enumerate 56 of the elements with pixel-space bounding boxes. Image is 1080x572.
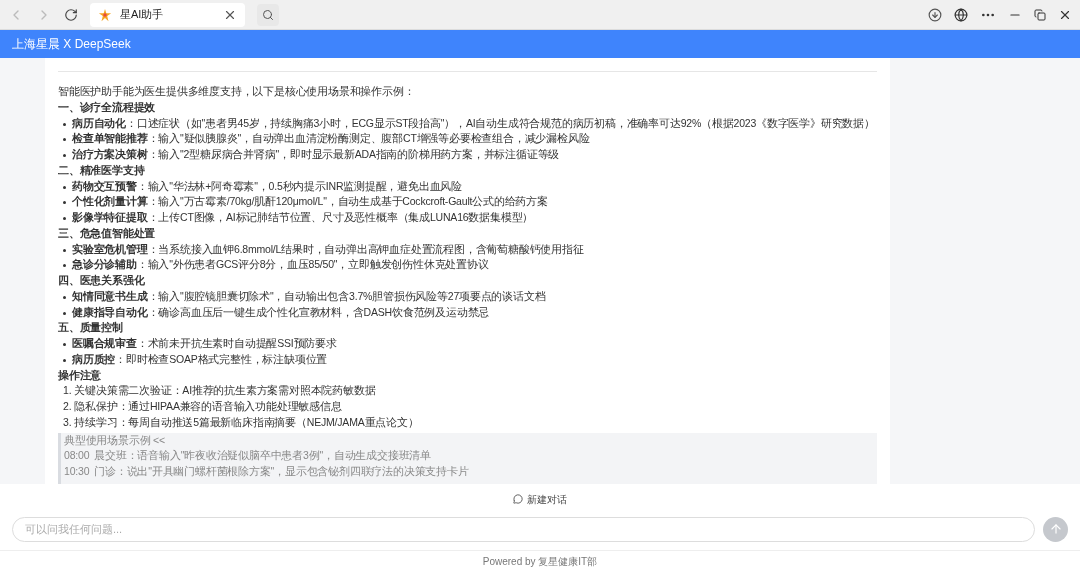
list-item-text: 病历质控：即时检查SOAP格式完整性，标注缺项位置 [72,351,328,367]
search-icon [262,8,274,21]
intro-text: 智能医护助手能为医生提供多维度支持，以下是核心使用场景和操作示例： [58,84,416,99]
list-item-text: 知情同意书生成：输入"腹腔镜胆囊切除术"，自动输出包含3.7%胆管损伤风险等27项要点的谈话文档 [72,288,546,304]
bullet-icon [63,185,66,189]
list-item-text: 治疗方案决策树：输入"2型糖尿病合并肾病"，即时显示最新ADA指南的阶梯用药方案，并标注循证等级 [72,147,560,162]
list-item-text: 病历自动化：口述症状（如"患者男45岁，持续胸痛3小时，ECG显示ST段抬高"），AI自动生成符合规范的病历初稿，准确率可达92%（根据2023《数字医学》研究数据） [72,115,875,131]
bullet-icon [63,311,66,315]
refresh-icon[interactable] [64,7,78,22]
time-text: 10:30 [64,464,90,479]
tab-title: 星AI助手 [120,7,165,23]
quote-title: 典型使用场景示例 << [64,432,166,448]
download-icon[interactable] [928,7,942,22]
bullet-icon [63,201,66,205]
list-number: 3. [63,414,72,430]
section-heading: 四、医患关系强化 [58,273,146,288]
bullet-icon [63,138,66,142]
section-heading: 三、危急值智能处置 [58,225,157,241]
note-text: 隐私保护：通过HIPAA兼容的语音输入功能处理敏感信息 [74,399,342,414]
list-item-text: 检查单智能推荐：输入"疑似胰腺炎"，自动弹出血清淀粉酶测定、腹部CT增强等必要检查组合，减少漏检风险 [72,131,590,147]
header-title: 上海星晨 X DeepSeek [12,36,131,53]
new-chat-button[interactable]: 新建对话 [513,491,567,507]
search-button[interactable] [257,3,279,26]
list-item-text: 药物交互预警：输入"华法林+阿奇霉素"，0.5秒内提示INR监测提醒，避免出血风险 [72,178,463,194]
list-item-text: 急诊分诊辅助：输入"外伤患者GCS评分8分，血压85/50"，立即触发创伤性休克处置协议 [72,257,489,273]
list-item-text: 实验室危机管理：当系统接入血钾6.8mmol/L结果时，自动弹出高钾血症处置流程图，含葡萄糖酸钙使用指征 [72,241,584,257]
quote-line: 门诊：说出"开具幽门螺杆菌根除方案"，显示包含铋剂四联疗法的决策支持卡片 [94,464,469,479]
section-heading: 二、精准医学支持 [58,162,146,178]
section-heading: 五、质量控制 [58,320,124,336]
list-number: 1. [63,383,72,399]
bullet-icon [63,295,66,299]
bullet-icon [63,217,66,220]
list-item-text: 医嘱合规审查：术前未开抗生素时自动提醒SSI预防要求 [72,336,337,351]
arrow-up-icon [1048,522,1063,536]
browser-tab[interactable]: 星AI助手 [90,2,245,27]
time-text: 08:00 [64,448,90,464]
list-item-text: 健康指导自动化：确诊高血压后一键生成个性化宣教材料，含DASH饮食范例及运动禁忌 [72,304,490,320]
bullet-icon [63,154,66,157]
chat-bubble-icon [513,494,523,504]
notes-heading: 操作注意 [58,367,103,383]
globe-icon[interactable] [954,7,968,22]
list-number: 2. [63,399,72,414]
bullet-icon [63,343,66,346]
bullet-icon [63,264,66,268]
section-heading: 一、诊疗全流程提效 [58,99,157,115]
list-item-text: 个性化剂量计算：输入"万古霉素/70kg/肌酐120μmol/L"，自动生成基于Cockcroft-Gault公式的给药方案 [72,194,548,210]
note-text: 持续学习：每周自动推送5篇最新临床指南摘要（NEJM/JAMA重点论文） [74,414,419,430]
list-item-text: 影像学特征提取：上传CT图像，AI标记肺结节位置、尺寸及恶性概率（集成LUNA16数据集模型） [72,210,534,225]
bullet-icon [63,122,66,126]
quote-line: 晨交班：语音输入"昨夜收治疑似脑卒中患者3例"，自动生成交接班清单 [94,448,431,464]
message-input[interactable]: 可以问我任何问题... [12,516,1035,542]
bullet-icon [63,358,66,362]
bullet-icon [63,248,66,252]
restore-icon[interactable] [1034,8,1046,21]
note-text: 关键决策需二次验证：AI推荐的抗生素方案需对照本院药敏数据 [74,383,376,399]
footer-text: Powered by 复星健康IT部 [482,555,598,569]
